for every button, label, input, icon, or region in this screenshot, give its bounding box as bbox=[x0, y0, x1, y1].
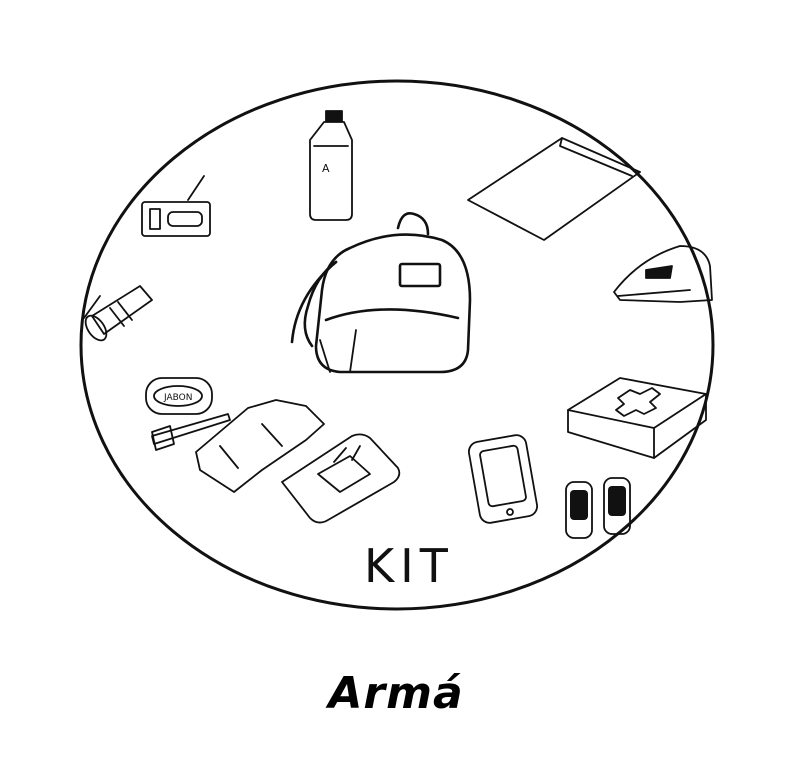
sleeping-mat-icon bbox=[613, 245, 713, 303]
batteries-icon bbox=[565, 477, 631, 539]
svg-text:A: A bbox=[322, 162, 330, 175]
mobile-phone-icon bbox=[468, 434, 538, 524]
backpack-icon bbox=[290, 212, 472, 374]
kit-circle bbox=[79, 79, 715, 611]
kit-label: KIT bbox=[364, 539, 454, 593]
caption-title: Armá bbox=[328, 668, 464, 719]
flashlight-icon bbox=[83, 285, 153, 342]
water-bottle-icon: A bbox=[309, 110, 353, 221]
soap-icon: JABON bbox=[145, 377, 213, 415]
first-aid-kit-icon bbox=[567, 377, 707, 459]
emergency-kit-illustration: A JABON KIT bbox=[0, 0, 792, 640]
wet-wipes-icon bbox=[281, 433, 401, 524]
towel-icon bbox=[195, 399, 325, 493]
svg-text:JABON: JABON bbox=[163, 393, 193, 403]
radio-icon bbox=[141, 175, 211, 237]
